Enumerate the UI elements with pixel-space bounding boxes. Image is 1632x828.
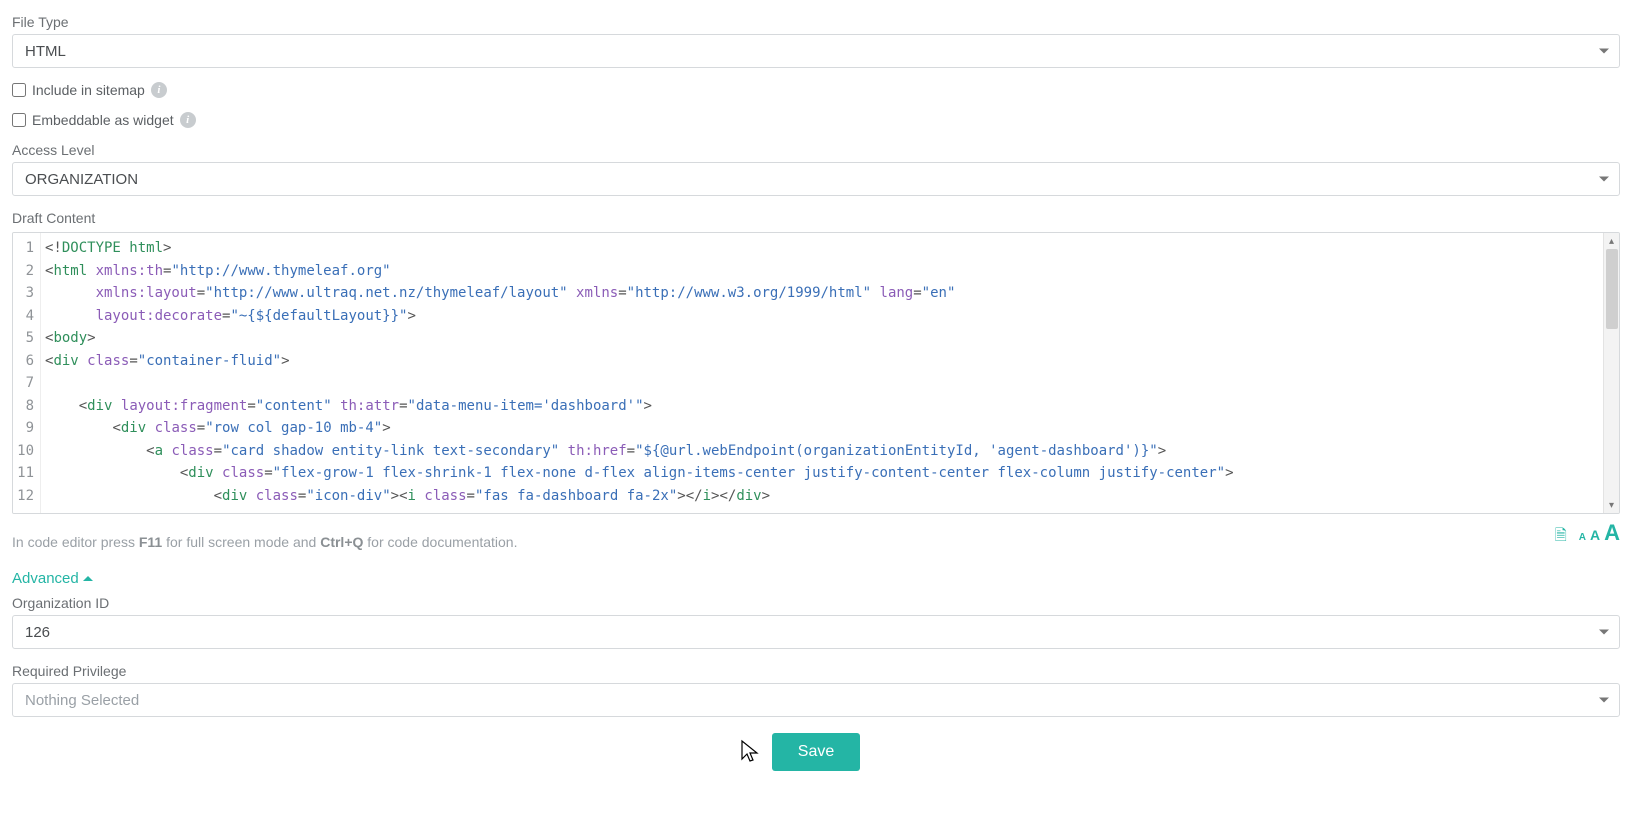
cursor-icon — [739, 739, 761, 765]
required-privilege-group: Required Privilege Nothing Selected — [12, 663, 1620, 717]
advanced-toggle[interactable]: Advanced — [12, 570, 93, 587]
access-level-value: ORGANIZATION — [25, 171, 138, 188]
font-size-small[interactable]: A — [1579, 532, 1586, 543]
org-id-select[interactable]: 126 — [12, 615, 1620, 649]
include-sitemap-checkbox[interactable] — [12, 83, 26, 97]
chevron-down-icon — [1599, 49, 1609, 54]
file-type-group: File Type HTML — [12, 14, 1620, 68]
gutter-line: 7 — [13, 372, 40, 395]
required-privilege-select[interactable]: Nothing Selected — [12, 683, 1620, 717]
access-level-group: Access Level ORGANIZATION — [12, 142, 1620, 196]
code-editor[interactable]: 123456789101112 <!DOCTYPE html><html xml… — [12, 232, 1620, 514]
code-area[interactable]: <!DOCTYPE html><html xmlns:th="http://ww… — [41, 233, 1619, 513]
required-privilege-label: Required Privilege — [12, 663, 1620, 679]
org-id-label: Organization ID — [12, 595, 1620, 611]
code-line[interactable]: <!DOCTYPE html> — [41, 237, 1619, 260]
code-line[interactable]: xmlns:layout="http://www.ultraq.net.nz/t… — [41, 282, 1619, 305]
code-line[interactable]: <body> — [41, 327, 1619, 350]
editor-scrollbar[interactable]: ▴ ▾ — [1603, 233, 1619, 513]
gutter-line: 1 — [13, 237, 40, 260]
info-icon[interactable]: i — [151, 82, 167, 98]
access-level-label: Access Level — [12, 142, 1620, 158]
file-type-select[interactable]: HTML — [12, 34, 1620, 68]
font-size-medium[interactable]: A — [1590, 527, 1600, 543]
file-type-label: File Type — [12, 14, 1620, 30]
chevron-down-icon — [1599, 177, 1609, 182]
gutter-line: 10 — [13, 440, 40, 463]
gutter-line: 3 — [13, 282, 40, 305]
embeddable-widget-label: Embeddable as widget — [32, 112, 174, 128]
include-sitemap-row: Include in sitemap i — [12, 82, 1620, 98]
org-id-group: Organization ID 126 — [12, 595, 1620, 649]
gutter-line: 9 — [13, 417, 40, 440]
code-line[interactable]: <div layout:fragment="content" th:attr="… — [41, 395, 1619, 418]
code-line[interactable]: <html xmlns:th="http://www.thymeleaf.org… — [41, 260, 1619, 283]
scroll-up-icon[interactable]: ▴ — [1604, 233, 1619, 249]
save-button[interactable]: Save — [772, 733, 860, 771]
gutter-line: 4 — [13, 305, 40, 328]
code-line[interactable]: <div class="flex-grow-1 flex-shrink-1 fl… — [41, 462, 1619, 485]
scroll-down-icon[interactable]: ▾ — [1604, 497, 1619, 513]
chevron-down-icon — [1599, 630, 1609, 635]
chevron-down-icon — [1599, 698, 1609, 703]
draft-content-label: Draft Content — [12, 210, 1620, 226]
code-line[interactable]: <div class="icon-div"><i class="fas fa-d… — [41, 485, 1619, 508]
code-line[interactable]: <a class="card shadow entity-link text-s… — [41, 440, 1619, 463]
required-privilege-value: Nothing Selected — [25, 692, 139, 709]
save-row: Save — [12, 733, 1620, 771]
code-line[interactable]: layout:decorate="~{${defaultLayout}}"> — [41, 305, 1619, 328]
gutter-line: 11 — [13, 462, 40, 485]
info-icon[interactable]: i — [180, 112, 196, 128]
font-size-large[interactable]: A — [1604, 520, 1620, 546]
include-sitemap-label: Include in sitemap — [32, 82, 145, 98]
code-line[interactable] — [41, 372, 1619, 395]
chevron-up-icon — [83, 576, 93, 581]
access-level-select[interactable]: ORGANIZATION — [12, 162, 1620, 196]
editor-hint-text: In code editor press F11 for full screen… — [12, 534, 518, 550]
embeddable-widget-row: Embeddable as widget i — [12, 112, 1620, 128]
code-line[interactable]: <div class="container-fluid"> — [41, 350, 1619, 373]
file-type-value: HTML — [25, 43, 66, 60]
editor-hint-row: In code editor press F11 for full screen… — [12, 520, 1620, 550]
font-size-controls: 🗎 A A A — [1555, 520, 1620, 550]
code-line[interactable]: <div class="row col gap-10 mb-4"> — [41, 417, 1619, 440]
draft-content-group: Draft Content 123456789101112 <!DOCTYPE … — [12, 210, 1620, 550]
gutter-line: 12 — [13, 485, 40, 508]
advanced-label: Advanced — [12, 570, 79, 587]
gutter-line: 6 — [13, 350, 40, 373]
gutter-line: 8 — [13, 395, 40, 418]
file-icon[interactable]: 🗎 — [1555, 525, 1567, 550]
scrollbar-thumb[interactable] — [1606, 249, 1618, 329]
embeddable-widget-checkbox[interactable] — [12, 113, 26, 127]
gutter-line: 5 — [13, 327, 40, 350]
gutter-line: 2 — [13, 260, 40, 283]
org-id-value: 126 — [25, 624, 50, 641]
code-gutter: 123456789101112 — [13, 233, 41, 513]
